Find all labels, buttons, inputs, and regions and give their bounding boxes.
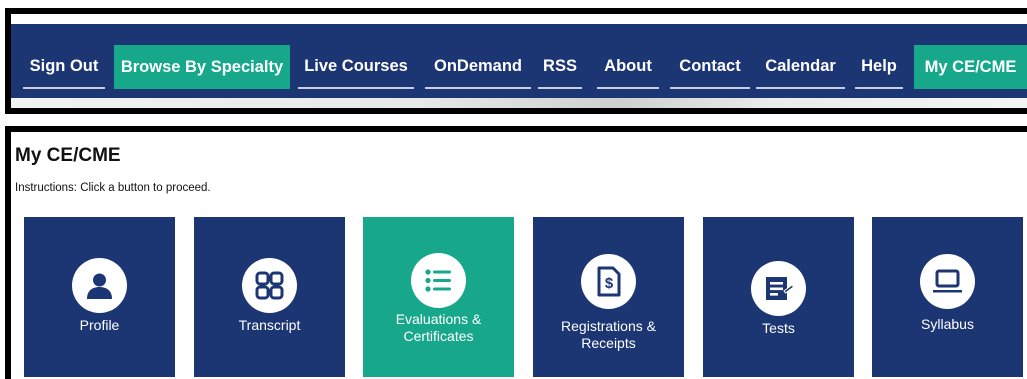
nav-calendar[interactable]: Calendar [756,45,845,89]
evaluations-certificates-tile[interactable]: Evaluations & Certificates [363,217,514,377]
registrations-receipts-tile[interactable]: $ Registrations & Receipts [533,217,684,377]
nav-inner: Sign Out Browse By Specialty Live Course… [11,14,1027,108]
top-nav-panel: Sign Out Browse By Specialty Live Course… [0,0,1027,115]
user-icon [72,258,127,313]
tile-label: Profile [79,317,120,333]
header-image-strip [11,98,1027,108]
tile-label: Syllabus [921,316,974,332]
my-ce-cme-inner: My CE/CME Instructions: Click a button t… [11,132,1027,379]
nav-about[interactable]: About [597,45,659,89]
receipt-icon: $ [581,254,636,309]
nav-help[interactable]: Help [855,45,903,89]
nav-frame: Sign Out Browse By Specialty Live Course… [5,8,1027,114]
tile-label: Evaluations & Certificates [395,311,482,344]
nav-live-courses[interactable]: Live Courses [298,45,414,89]
tile-label: Registrations & Receipts [561,318,656,351]
nav-ondemand[interactable]: OnDemand [425,45,531,89]
instructions-text: Instructions: Click a button to proceed. [15,182,211,194]
nav-my-ce-cme[interactable]: My CE/CME [914,45,1027,89]
nav-contact[interactable]: Contact [670,45,750,89]
test-icon [751,261,806,316]
transcript-tile[interactable]: Transcript [194,217,345,377]
nav-browse-by-specialty[interactable]: Browse By Specialty [114,45,290,89]
tile-label: Transcript [238,317,301,333]
svg-text:$: $ [605,275,614,292]
laptop-icon [920,254,975,309]
grid-icon [242,258,297,313]
list-icon [411,253,466,308]
tile-label: Tests [762,320,795,336]
nav-rss[interactable]: RSS [538,45,582,89]
syllabus-tile[interactable]: Syllabus [872,217,1023,377]
nav-sign-out[interactable]: Sign Out [23,45,105,89]
tests-tile[interactable]: Tests [703,217,854,377]
my-ce-cme-panel: My CE/CME Instructions: Click a button t… [5,126,1027,379]
profile-tile[interactable]: Profile [24,217,175,377]
page-title: My CE/CME [15,145,121,166]
